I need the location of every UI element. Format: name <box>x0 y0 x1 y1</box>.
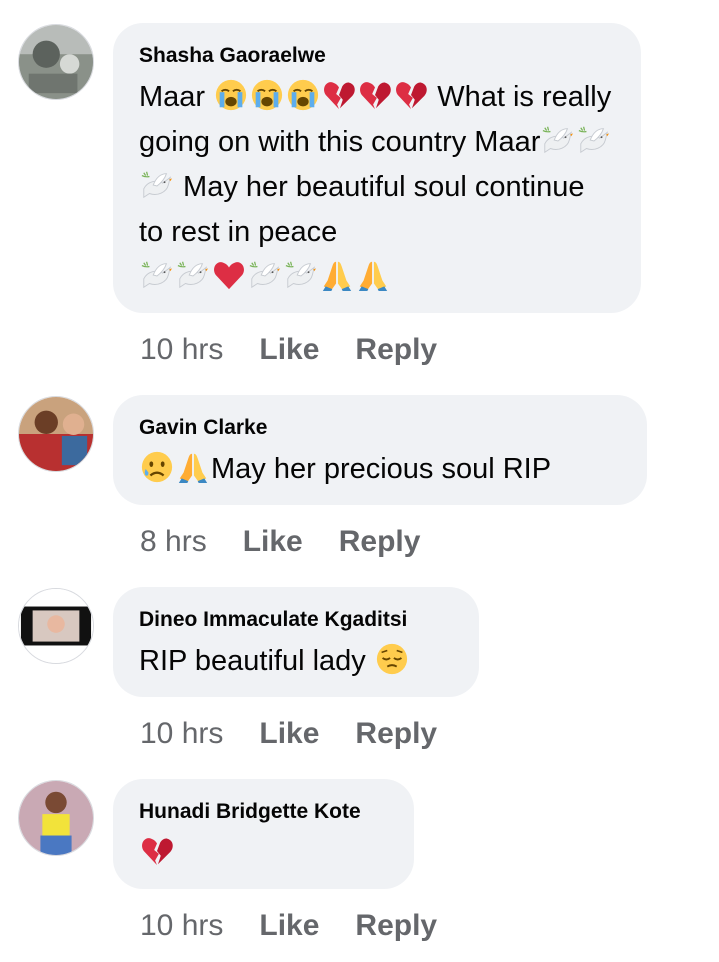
comment-actions: 10 hrs Like Reply <box>140 716 437 752</box>
like-button[interactable]: Like <box>259 909 319 942</box>
comment-text-part: Maar <box>139 81 214 113</box>
comment-time[interactable]: 10 hrs <box>140 909 223 942</box>
comment-bubble: Dineo Immaculate Kgaditsi RIP beautiful … <box>113 587 479 697</box>
crying-face-icon <box>250 78 284 112</box>
crying-face-icon <box>214 78 248 112</box>
reply-button[interactable]: Reply <box>355 333 437 366</box>
pensive-face-icon <box>375 642 409 676</box>
comment-text-part: May her beautiful soul continue to rest … <box>139 171 585 248</box>
comment-text-part: RIP beautiful lady <box>139 645 374 677</box>
avatar[interactable] <box>18 396 94 472</box>
comment-author[interactable]: Gavin Clarke <box>139 415 621 441</box>
dove-icon <box>176 258 210 292</box>
comment-text-part: May her precious soul RIP <box>211 453 552 485</box>
comment-author[interactable]: Hunadi Bridgette Kote <box>139 799 388 825</box>
comment-author[interactable]: Shasha Gaoraelwe <box>139 43 615 69</box>
comment-bubble: Shasha Gaoraelwe Maar What is really goi… <box>113 23 641 313</box>
comment-time[interactable]: 10 hrs <box>140 717 223 750</box>
comment-time[interactable]: 8 hrs <box>140 525 207 558</box>
red-heart-icon <box>212 258 246 292</box>
sad-tear-face-icon <box>140 450 174 484</box>
broken-heart-icon <box>394 78 428 112</box>
reply-button[interactable]: Reply <box>355 717 437 750</box>
folded-hands-icon <box>320 258 354 292</box>
dove-icon <box>577 123 611 157</box>
reply-button[interactable]: Reply <box>339 525 421 558</box>
comment-text: Maar What is really going on with this c… <box>139 75 615 300</box>
dove-icon <box>248 258 282 292</box>
avatar[interactable] <box>18 24 94 100</box>
dove-icon <box>140 258 174 292</box>
comment-bubble: Gavin Clarke May her precious soul RIP <box>113 395 647 505</box>
crying-face-icon <box>286 78 320 112</box>
comment-author[interactable]: Dineo Immaculate Kgaditsi <box>139 607 453 633</box>
broken-heart-icon <box>358 78 392 112</box>
reply-button[interactable]: Reply <box>355 909 437 942</box>
like-button[interactable]: Like <box>243 525 303 558</box>
comment-bubble: Hunadi Bridgette Kote <box>113 779 414 889</box>
comment-actions: 10 hrs Like Reply <box>140 332 437 368</box>
comment-text: May her precious soul RIP <box>139 447 621 492</box>
comment-actions: 10 hrs Like Reply <box>140 908 437 944</box>
dove-icon <box>140 168 174 202</box>
avatar[interactable] <box>18 588 94 664</box>
broken-heart-icon <box>322 78 356 112</box>
dove-icon <box>541 123 575 157</box>
comment-text: RIP beautiful lady <box>139 639 453 684</box>
comment-text <box>139 831 388 876</box>
comment-time[interactable]: 10 hrs <box>140 333 223 366</box>
comment-actions: 8 hrs Like Reply <box>140 524 420 560</box>
avatar[interactable] <box>18 780 94 856</box>
like-button[interactable]: Like <box>259 333 319 366</box>
dove-icon <box>284 258 318 292</box>
like-button[interactable]: Like <box>259 717 319 750</box>
broken-heart-icon <box>140 834 174 868</box>
folded-hands-icon <box>356 258 390 292</box>
folded-hands-icon <box>176 450 210 484</box>
